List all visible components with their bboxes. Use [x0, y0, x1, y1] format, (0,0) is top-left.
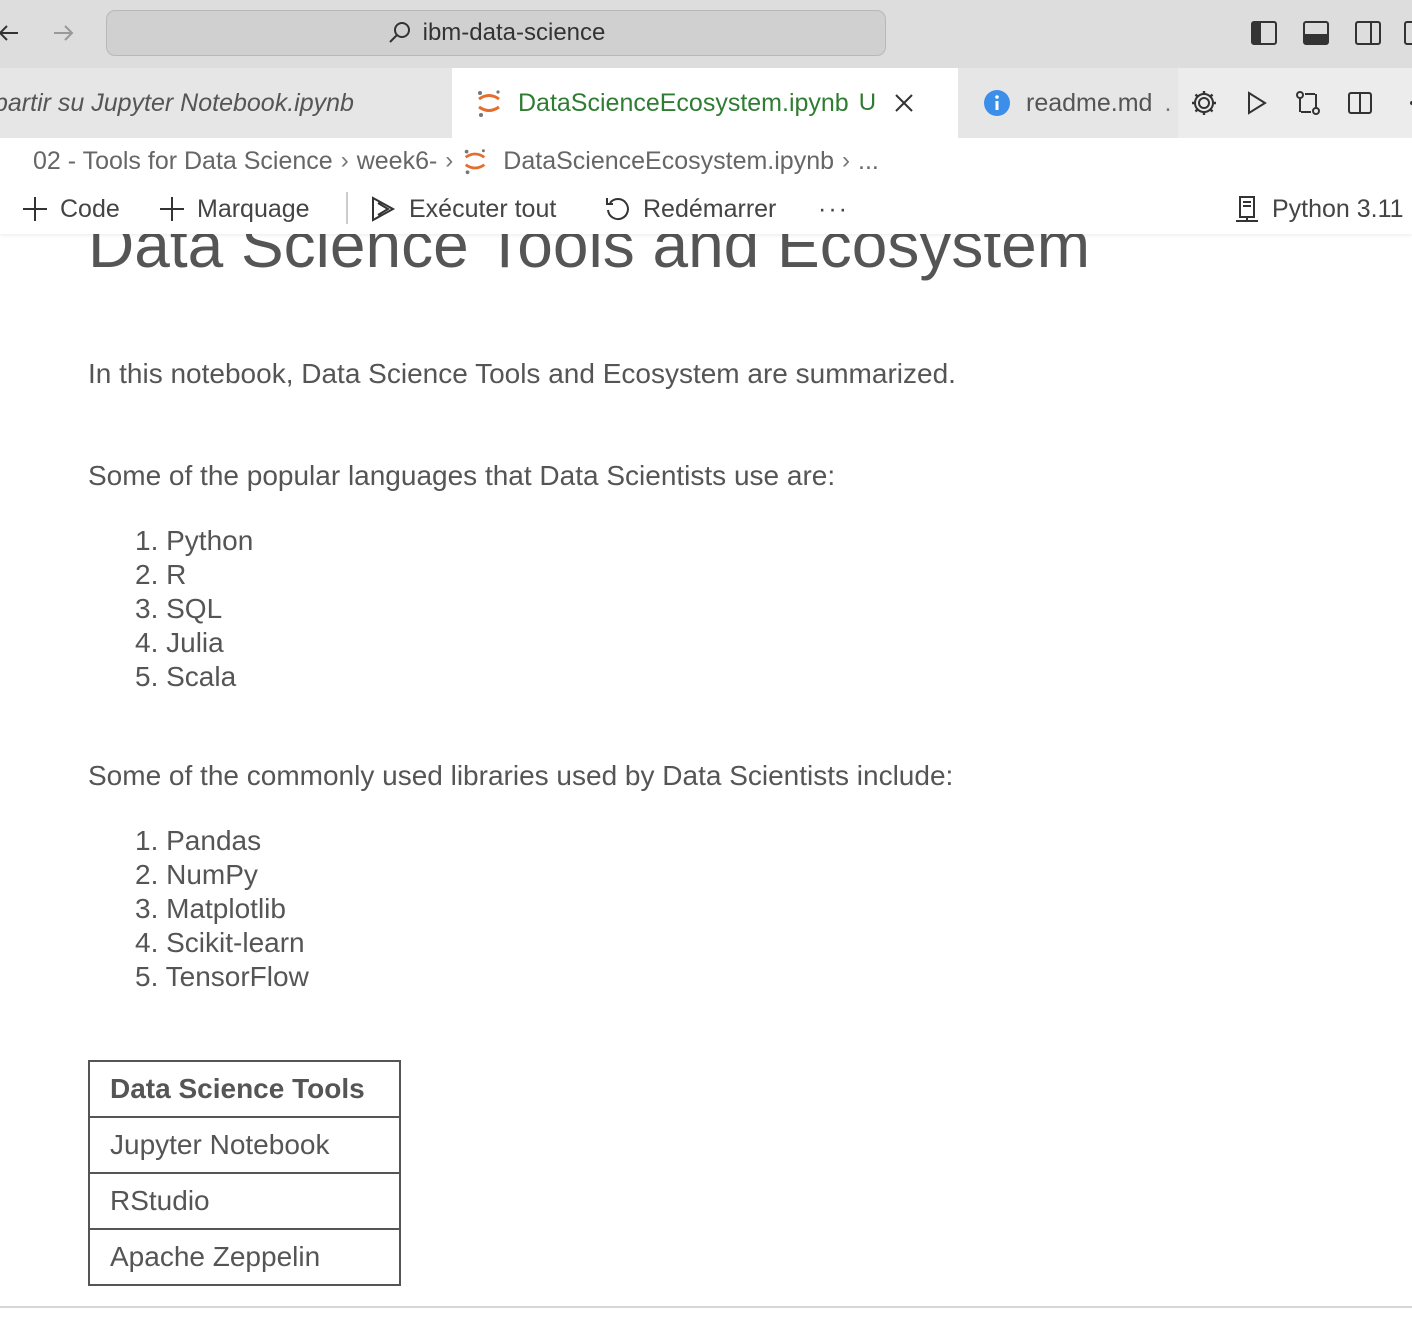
customize-layout-icon[interactable] — [1400, 16, 1412, 50]
intro-paragraph: In this notebook, Data Science Tools and… — [88, 358, 956, 389]
tab-label: DataScienceEcosystem.ipynb — [518, 88, 849, 117]
tab-label: readme.md — [1026, 88, 1153, 117]
plus-icon — [160, 197, 184, 221]
chevron-right-icon: › — [340, 147, 349, 174]
compare-changes-icon[interactable] — [1282, 83, 1334, 123]
table-row: Jupyter Notebook — [88, 1116, 401, 1174]
table-row: Apache Zeppelin — [88, 1228, 401, 1286]
command-center-search[interactable]: ibm-data-science — [106, 10, 886, 56]
list-item: 1. Pandas — [135, 825, 262, 856]
restart-button[interactable]: Redémarrer — [603, 189, 776, 229]
toggle-panel-icon[interactable] — [1299, 16, 1333, 50]
tab-jupyter-notebook-tutorial[interactable]: partir su Jupyter Notebook.ipynb — [0, 68, 452, 138]
libraries-list: 1. Pandas 2. NumPy 3. Matplotlib 4. Scik… — [135, 824, 309, 994]
tab-overflow-dot: . — [1164, 88, 1172, 117]
workspace-name: ibm-data-science — [422, 19, 606, 46]
close-icon[interactable] — [892, 91, 916, 115]
notebook-toolbar: Code Marquage Exécuter tout Redémarrer ·… — [0, 184, 1412, 234]
libraries-heading: Some of the commonly used libraries used… — [88, 760, 954, 791]
kernel-label: Python 3.11 — [1272, 194, 1404, 223]
chevron-right-icon: › — [842, 147, 851, 174]
plus-icon — [23, 197, 47, 221]
jupyter-icon — [478, 90, 500, 117]
breadcrumb: 02 - Tools for Data Science › week6- › D… — [0, 138, 1412, 184]
split-editor-icon[interactable] — [1334, 83, 1386, 123]
list-item: 1. Python — [135, 525, 254, 556]
chevron-right-icon: › — [445, 147, 454, 174]
list-item: 4. Scikit-learn — [135, 927, 305, 958]
tab-label: partir su Jupyter Notebook.ipynb — [0, 88, 354, 117]
table-cell: Apache Zeppelin — [88, 1228, 401, 1286]
settings-gear-icon[interactable] — [1178, 83, 1230, 123]
table-row: RStudio — [88, 1172, 401, 1230]
tab-readme[interactable]: readme.md . — [958, 68, 1180, 138]
list-item: 5. TensorFlow — [135, 961, 309, 992]
kernel-picker[interactable]: Python 3.11 — [1232, 189, 1404, 229]
languages-heading: Some of the popular languages that Data … — [88, 460, 836, 491]
table-cell: Jupyter Notebook — [88, 1116, 401, 1174]
add-code-label: Code — [60, 194, 120, 223]
ellipsis-icon: ··· — [818, 194, 849, 223]
breadcrumb-item[interactable]: ... — [858, 147, 879, 176]
add-markdown-label: Marquage — [197, 194, 310, 223]
forward-arrow-icon[interactable] — [48, 18, 78, 48]
run-all-icon — [372, 196, 396, 222]
breadcrumb-item[interactable]: week6- — [357, 147, 438, 176]
more-actions-icon[interactable] — [1386, 83, 1412, 123]
back-arrow-icon[interactable] — [0, 18, 24, 48]
toggle-primary-sidebar-icon[interactable] — [1247, 16, 1281, 50]
breadcrumb-item[interactable]: DataScienceEcosystem.ipynb — [503, 147, 834, 176]
table-header-cell: Data Science Tools — [88, 1060, 401, 1118]
list-item: 5. Scala — [135, 661, 237, 692]
run-all-label: Exécuter tout — [409, 194, 557, 223]
add-code-cell-button[interactable]: Code — [20, 189, 120, 229]
next-cell-area[interactable] — [0, 1308, 1412, 1334]
untracked-badge: U — [858, 89, 877, 116]
table-cell: RStudio — [88, 1172, 401, 1230]
tab-datascienceecosystem[interactable]: DataScienceEcosystem.ipynb U — [452, 68, 958, 138]
languages-list: 1. Python 2. R 3. SQL 4. Julia 5. Scala — [135, 524, 253, 694]
tools-table: Data Science Tools Jupyter Notebook RStu… — [88, 1060, 401, 1286]
more-options-button[interactable]: ··· — [818, 189, 849, 229]
add-markdown-cell-button[interactable]: Marquage — [157, 189, 310, 229]
server-icon — [1236, 196, 1258, 222]
run-icon[interactable] — [1230, 83, 1282, 123]
toggle-secondary-sidebar-icon[interactable] — [1351, 16, 1385, 50]
restart-icon — [606, 198, 629, 221]
list-item: 2. NumPy — [135, 859, 258, 890]
breadcrumb-item[interactable]: 02 - Tools for Data Science — [33, 147, 333, 176]
jupyter-icon — [465, 149, 486, 175]
title-bar: ibm-data-science — [0, 0, 1412, 68]
list-item: 3. SQL — [135, 593, 223, 624]
restart-label: Redémarrer — [643, 194, 777, 223]
toolbar-divider — [346, 192, 348, 224]
list-item: 3. Matplotlib — [135, 893, 286, 924]
notebook-editor[interactable]: Data Science Tools and Ecosystem In this… — [0, 234, 1412, 1306]
info-icon — [984, 90, 1010, 116]
list-item: 4. Julia — [135, 627, 224, 658]
search-icon — [388, 22, 410, 43]
table-header-row: Data Science Tools — [88, 1060, 401, 1118]
editor-actions — [1178, 68, 1412, 138]
run-all-button[interactable]: Exécuter tout — [369, 189, 556, 229]
list-item: 2. R — [135, 559, 187, 590]
notebook-title: Data Science Tools and Ecosystem — [88, 234, 1090, 281]
